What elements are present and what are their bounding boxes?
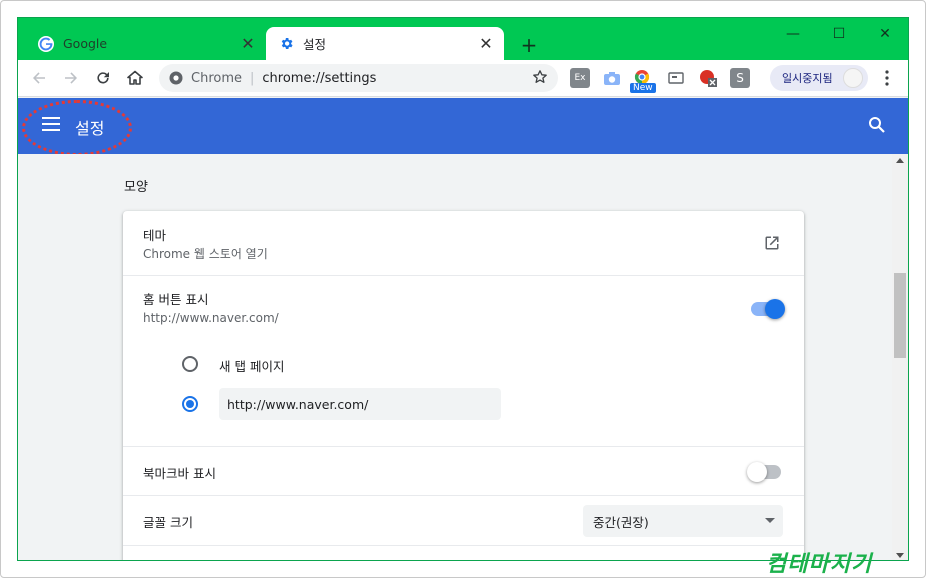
- watermark-text: 컴테마지기: [766, 551, 873, 577]
- appearance-card: 테마 Chrome 웹 스토어 열기 홈 버튼 표시 http://www.na…: [123, 211, 804, 560]
- new-tab-page-label: 새 탭 페이지: [219, 359, 285, 374]
- bookmarks-bar-toggle[interactable]: [747, 462, 781, 482]
- more-menu-icon[interactable]: [876, 67, 898, 89]
- tab-title: Google: [63, 36, 108, 51]
- chrome-site-icon: [169, 71, 183, 85]
- bookmarks-bar-row: 북마크바 표시: [123, 447, 804, 496]
- settings-header: 설정: [18, 98, 908, 156]
- bookmark-star-icon[interactable]: [532, 69, 548, 89]
- home-icon[interactable]: [124, 67, 146, 89]
- radio-new-tab[interactable]: [182, 356, 198, 372]
- dropdown-caret-icon: [765, 518, 775, 523]
- page-title: 설정: [75, 119, 105, 138]
- scrollbar-thumb[interactable]: [894, 273, 906, 358]
- camera-icon[interactable]: [602, 68, 622, 88]
- settings-gear-icon: [278, 36, 294, 52]
- profile-status: 일시중지됨: [782, 72, 833, 85]
- reload-icon[interactable]: [92, 67, 114, 89]
- ex-extension-icon[interactable]: Ex: [570, 68, 590, 88]
- profile-button[interactable]: 일시중지됨: [770, 65, 868, 91]
- hamburger-menu-icon[interactable]: [42, 117, 62, 135]
- theme-sub: Chrome 웹 스토어 열기: [143, 247, 268, 261]
- radio-custom-url[interactable]: [182, 396, 198, 412]
- font-size-value: 중간(권장): [593, 514, 649, 530]
- tab-google[interactable]: Google ✕: [26, 27, 266, 60]
- forward-icon[interactable]: [60, 67, 82, 89]
- search-icon[interactable]: [868, 116, 886, 138]
- bookmarks-bar-label: 북마크바 표시: [143, 466, 216, 481]
- avatar: [843, 68, 863, 88]
- section-title: 모양: [124, 180, 148, 195]
- home-url-value: http://www.naver.com/: [227, 396, 369, 412]
- theme-label: 테마: [143, 228, 167, 243]
- window-close-icon[interactable]: ✕: [862, 22, 908, 46]
- url-text: chrome://settings: [262, 70, 377, 86]
- google-g-icon: [38, 35, 54, 52]
- omnibox-separator: |: [250, 70, 255, 86]
- browser-window: Google ✕ 설정 ✕ + — ☐ ✕ Chrome | chrome://…: [17, 17, 909, 561]
- screen-extension-icon[interactable]: [666, 68, 686, 88]
- s-extension-icon[interactable]: S: [730, 68, 750, 88]
- tab-title: 설정: [303, 37, 327, 52]
- home-button-label: 홈 버튼 표시: [143, 292, 209, 307]
- scroll-up-icon[interactable]: [896, 158, 904, 163]
- scroll-down-icon[interactable]: [896, 553, 904, 558]
- maximize-icon[interactable]: ☐: [816, 22, 862, 46]
- open-in-new-icon[interactable]: [764, 235, 780, 255]
- font-size-row: 글꼴 크기 중간(권장): [123, 496, 804, 546]
- tab-strip: Google ✕ 설정 ✕ + — ☐ ✕: [18, 18, 908, 60]
- site-label: Chrome: [191, 70, 242, 86]
- theme-row[interactable]: 테마 Chrome 웹 스토어 열기: [123, 211, 804, 276]
- home-url-input[interactable]: http://www.naver.com/: [219, 388, 501, 420]
- minimize-icon[interactable]: —: [770, 22, 816, 46]
- home-button-row: 홈 버튼 표시 http://www.naver.com/ 새 탭 페이지 ht…: [123, 276, 804, 447]
- font-size-select[interactable]: 중간(권장): [583, 505, 783, 537]
- address-bar[interactable]: Chrome | chrome://settings: [159, 64, 558, 92]
- font-size-label: 글꼴 크기: [143, 515, 193, 530]
- home-button-toggle[interactable]: [751, 299, 785, 319]
- close-tab-icon[interactable]: ✕: [476, 34, 496, 54]
- settings-content: 모양 테마 Chrome 웹 스토어 열기 홈 버튼 표시 http://www…: [18, 154, 892, 560]
- close-tab-icon[interactable]: ✕: [238, 34, 258, 54]
- new-badge: New: [630, 83, 656, 93]
- vertical-scrollbar[interactable]: [892, 154, 908, 560]
- new-tab-button[interactable]: +: [518, 33, 540, 57]
- browser-toolbar: Chrome | chrome://settings Ex New S 일시중지…: [18, 60, 908, 97]
- red-extension-icon[interactable]: [698, 68, 718, 88]
- home-button-sub: http://www.naver.com/: [143, 311, 279, 325]
- tab-settings[interactable]: 설정 ✕: [266, 27, 504, 60]
- back-icon[interactable]: [28, 67, 50, 89]
